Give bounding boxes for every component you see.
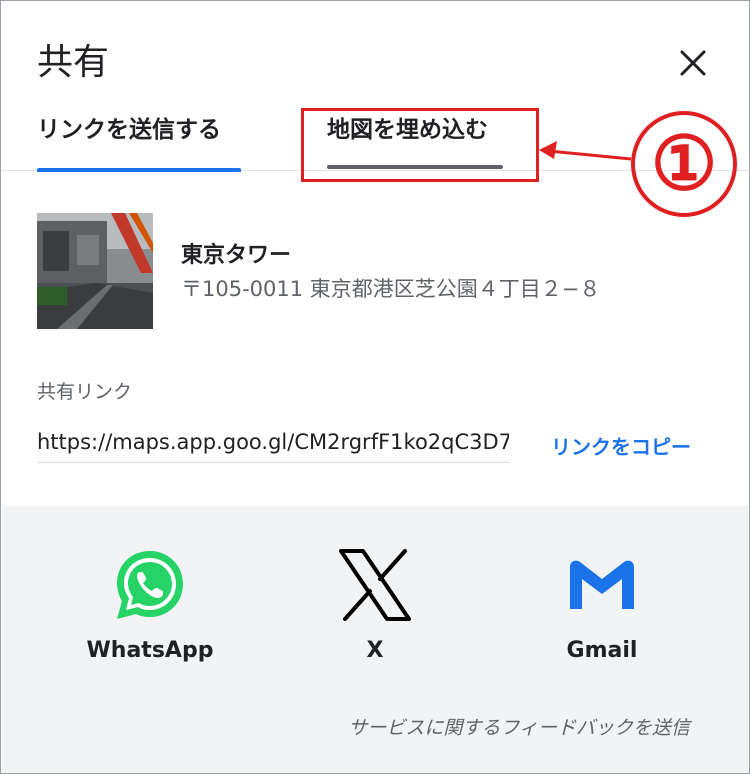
gmail-label: Gmail [566, 638, 638, 663]
share-link-field[interactable]: https://maps.app.goo.gl/CM2rgrfF1ko2qC3D… [37, 423, 509, 463]
whatsapp-icon [117, 551, 183, 619]
place-summary: 東京タワー 〒105-0011 東京都港区芝公園４丁目２−８ [37, 213, 717, 329]
send-feedback-link[interactable]: サービスに関するフィードバックを送信 [348, 713, 690, 740]
place-name: 東京タワー [181, 243, 292, 268]
share-x-button[interactable]: X [285, 546, 465, 663]
dialog-title: 共有 [37, 42, 110, 83]
x-label: X [366, 638, 384, 663]
place-address: 〒105-0011 東京都港区芝公園４丁目２−８ [181, 277, 601, 301]
gmail-icon [570, 560, 634, 609]
copy-link-button[interactable]: リンクをコピー [551, 431, 691, 460]
tab-send-link[interactable]: リンクを送信する [37, 101, 241, 172]
share-dialog: 共有 リンクを送信する 地図を埋め込む ① 東京タワー 〒105-0011 東京… [0, 0, 750, 774]
share-link-label: 共有リンク [37, 381, 133, 403]
whatsapp-label: WhatsApp [86, 638, 214, 663]
share-apps-panel: WhatsApp X Gmail サービスに関するフィードバックを送信 [2, 506, 749, 773]
place-thumbnail [37, 213, 153, 329]
close-icon [680, 50, 706, 76]
share-whatsapp-button[interactable]: WhatsApp [60, 546, 240, 663]
annotation-highlight-box [301, 108, 539, 182]
x-logo-icon [339, 549, 411, 621]
tab-send-link-label: リンクを送信する [37, 117, 221, 143]
annotation-arrow-icon [539, 141, 632, 161]
close-button[interactable] [671, 41, 715, 85]
share-gmail-button[interactable]: Gmail [512, 546, 692, 663]
active-tab-indicator [37, 168, 241, 172]
annotation-marker: ① [631, 111, 737, 217]
